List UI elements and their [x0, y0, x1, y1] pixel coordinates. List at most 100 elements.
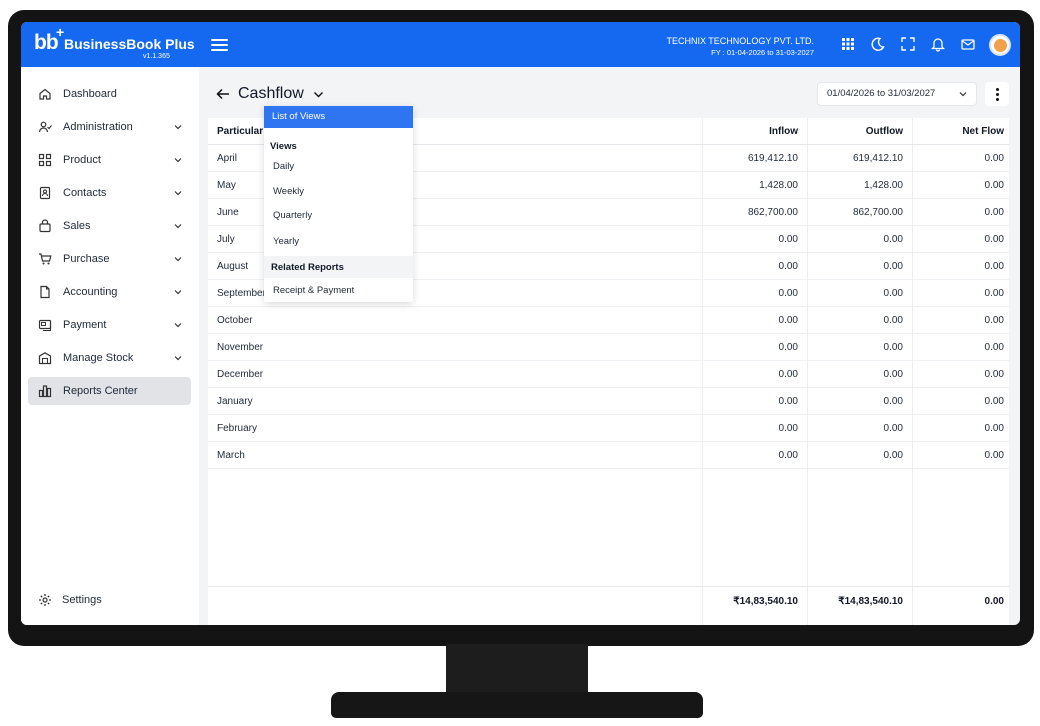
cell-outflow: 0.00: [883, 261, 903, 272]
monitor-stand-base: [331, 692, 703, 718]
sidebar-item-reports-center[interactable]: Reports Center: [28, 377, 191, 405]
chevron-down-icon: [959, 92, 967, 97]
cell-particular: September: [217, 288, 266, 299]
table-row[interactable]: December 0.00 0.00 0.00: [208, 361, 1009, 388]
back-arrow-icon[interactable]: [215, 86, 231, 102]
chevron-down-icon: [174, 290, 182, 295]
cell-outflow: 0.00: [883, 234, 903, 245]
avatar-image: [993, 38, 1007, 52]
sidebar-item-label: Reports Center: [63, 385, 138, 397]
cell-net-flow: 0.00: [984, 423, 1004, 434]
table-footer-totals: ₹14,83,540.10 ₹14,83,540.10 0.00: [208, 586, 1009, 616]
chevron-down-icon: [174, 356, 182, 361]
date-range-select[interactable]: 01/04/2026 to 31/03/2027: [817, 82, 977, 106]
related-reports-heading: Related Reports: [271, 262, 344, 273]
sidebar-item-settings[interactable]: Settings: [28, 586, 191, 614]
header-inflow[interactable]: Inflow: [769, 126, 798, 138]
cell-outflow: 1,428.00: [864, 180, 903, 191]
sidebar-item-accounting[interactable]: Accounting: [28, 278, 191, 306]
cell-outflow: 0.00: [883, 315, 903, 326]
cell-net-flow: 0.00: [984, 396, 1004, 407]
header-outflow[interactable]: Outflow: [866, 126, 903, 138]
contact-book-icon: [39, 186, 51, 200]
cell-particular: October: [217, 315, 253, 326]
grid-icon: [38, 153, 52, 167]
cell-particular: January: [217, 396, 253, 407]
total-inflow: ₹14,83,540.10: [733, 596, 798, 607]
view-item-daily[interactable]: Daily: [264, 156, 413, 178]
view-item-quarterly[interactable]: Quarterly: [264, 205, 413, 227]
mail-icon[interactable]: [960, 36, 976, 52]
chevron-down-icon[interactable]: [313, 90, 324, 99]
user-avatar[interactable]: [989, 34, 1011, 56]
sidebar-item-label: Sales: [63, 220, 91, 232]
chevron-down-icon: [174, 224, 182, 229]
related-item-receipt-payment[interactable]: Receipt & Payment: [264, 280, 413, 302]
sidebar-item-label: Purchase: [63, 253, 110, 265]
bag-icon: [39, 219, 51, 233]
cell-particular: June: [217, 207, 239, 218]
cell-particular: August: [217, 261, 249, 272]
table-row[interactable]: February 0.00 0.00 0.00: [208, 415, 1009, 442]
home-icon: [39, 88, 51, 100]
cell-net-flow: 0.00: [984, 153, 1004, 164]
cell-inflow: 0.00: [778, 423, 798, 434]
cell-net-flow: 0.00: [984, 342, 1004, 353]
fullscreen-icon[interactable]: [900, 36, 916, 52]
sidebar-item-payment[interactable]: Payment: [28, 311, 191, 339]
view-item-weekly[interactable]: Weekly: [264, 181, 413, 203]
document-icon: [40, 285, 50, 299]
header-net-flow[interactable]: Net Flow: [962, 126, 1004, 138]
sidebar-item-purchase[interactable]: Purchase: [28, 245, 191, 273]
list-of-views-item[interactable]: List of Views: [264, 106, 413, 128]
apps-grid-icon[interactable]: [840, 36, 856, 52]
table-row[interactable]: March 0.00 0.00 0.00: [208, 442, 1009, 469]
cell-particular: March: [217, 450, 245, 461]
cell-net-flow: 0.00: [984, 315, 1004, 326]
moon-icon[interactable]: [870, 36, 886, 52]
sidebar-item-administration[interactable]: Administration: [28, 113, 191, 141]
table-row[interactable]: November 0.00 0.00 0.00: [208, 334, 1009, 361]
sidebar-item-label: Dashboard: [63, 88, 117, 100]
app-screen: bb + BusinessBook Plus v1.1.365 TECHNIX …: [21, 22, 1020, 625]
cell-inflow: 0.00: [778, 450, 798, 461]
monitor-stand-neck: [446, 644, 588, 694]
sidebar-item-label: Contacts: [63, 187, 107, 199]
table-row[interactable]: January 0.00 0.00 0.00: [208, 388, 1009, 415]
cell-net-flow: 0.00: [984, 261, 1004, 272]
app-name: BusinessBook Plus: [64, 36, 195, 52]
sidebar-item-sales[interactable]: Sales: [28, 212, 191, 240]
cell-outflow: 619,412.10: [852, 153, 903, 164]
sidebar-item-label: Product: [63, 154, 101, 166]
cell-outflow: 0.00: [883, 450, 903, 461]
cell-outflow: 0.00: [883, 396, 903, 407]
more-options-button[interactable]: [985, 82, 1009, 106]
cell-particular: November: [217, 342, 264, 353]
chevron-down-icon: [174, 257, 182, 262]
cell-inflow: 0.00: [778, 396, 798, 407]
gear-icon: [39, 594, 51, 606]
sidebar-item-manage-stock[interactable]: Manage Stock: [28, 344, 191, 372]
sidebar-item-contacts[interactable]: Contacts: [28, 179, 191, 207]
date-range-value: 01/04/2026 to 31/03/2027: [827, 88, 936, 99]
cell-net-flow: 0.00: [984, 234, 1004, 245]
chevron-down-icon: [174, 323, 182, 328]
cell-net-flow: 0.00: [984, 450, 1004, 461]
cell-inflow: 1,428.00: [759, 180, 798, 191]
cell-outflow: 0.00: [883, 369, 903, 380]
bell-icon[interactable]: [930, 36, 946, 52]
views-heading: Views: [270, 141, 297, 152]
sidebar-item-label: Administration: [63, 121, 133, 133]
view-item-yearly[interactable]: Yearly: [264, 231, 413, 253]
table-row[interactable]: October 0.00 0.00 0.00: [208, 307, 1009, 334]
sidebar-item-product[interactable]: Product: [28, 146, 191, 174]
header-particular[interactable]: Particular: [217, 126, 263, 138]
cart-icon: [39, 253, 52, 265]
sidebar-item-label: Manage Stock: [63, 352, 134, 364]
menu-toggle-button[interactable]: [211, 39, 228, 51]
chevron-down-icon: [174, 158, 182, 163]
cell-net-flow: 0.00: [984, 207, 1004, 218]
cell-particular: July: [217, 234, 235, 245]
sidebar-item-dashboard[interactable]: Dashboard: [28, 80, 191, 108]
cell-inflow: 862,700.00: [747, 207, 798, 218]
